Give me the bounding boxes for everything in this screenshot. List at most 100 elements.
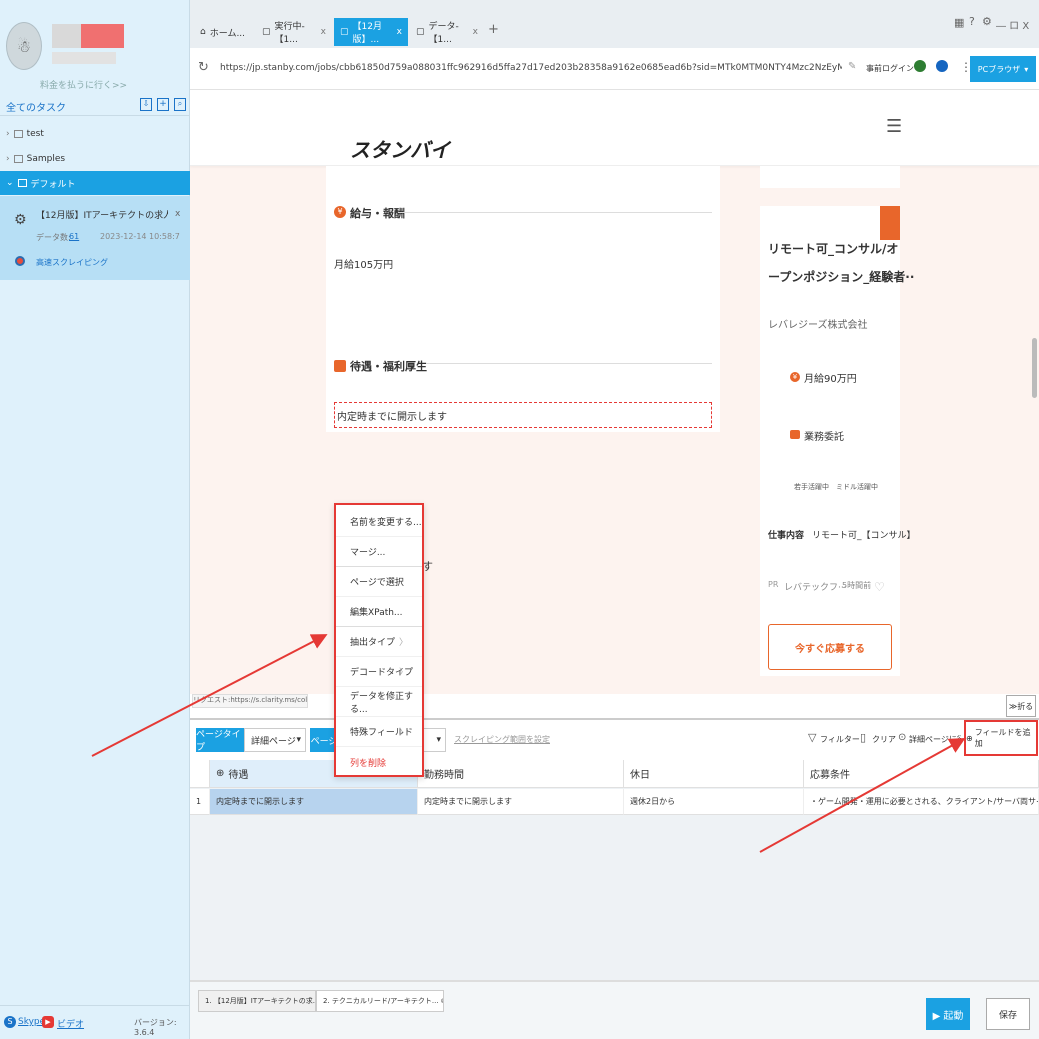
tab-current[interactable]: ▢ 【12月版】... x — [334, 18, 408, 46]
chevron-right-icon: 〉 — [398, 728, 408, 738]
userinfo-blurred — [52, 52, 116, 64]
page-type-select[interactable]: 詳細ページ ▾ — [244, 728, 306, 752]
table-cell[interactable]: 内定時までに開示します — [210, 789, 418, 815]
column-header[interactable]: 勤務時間 — [418, 760, 624, 788]
data-count[interactable]: 61 — [69, 232, 79, 241]
start-button[interactable]: ▶ 起動 — [926, 998, 970, 1030]
row-number: 1 — [190, 789, 210, 815]
speed-icon — [15, 256, 25, 266]
card-employment-type: 業務委託 — [804, 432, 844, 443]
pc-browser-button[interactable]: PCブラウザ ▾ — [970, 56, 1036, 82]
bottom-tab[interactable]: 1. 【12月版】ITアーキテクトの求... — [198, 990, 316, 1012]
task-item[interactable]: ⚙ 【12月版】ITアーキテクトの求人・仕事・... x データ数: 61 20… — [0, 196, 190, 280]
column-header[interactable]: 応募条件 — [804, 760, 1039, 788]
menu-item-select-page[interactable]: ページで選択 — [336, 567, 422, 597]
bottom-tab-active[interactable]: 2. テクニカルリード/アーキテクト...⊗ — [316, 990, 444, 1012]
target-icon[interactable]: ⊙ — [898, 732, 906, 743]
job-card[interactable]: リモート可_コンサル/オ ープンポジション_経験者·· レバレジーズ株式会社 ¥… — [760, 206, 916, 676]
import-icon[interactable]: ⇩ — [140, 98, 152, 111]
site-logo[interactable]: スタンバイ — [350, 134, 450, 163]
tab-close-icon[interactable]: x — [321, 27, 326, 37]
help-icon[interactable]: ? — [969, 15, 975, 28]
tab-home[interactable]: ⌂ ホーム... — [194, 18, 254, 46]
task-close-icon[interactable]: x — [175, 209, 180, 219]
doc-icon: ▢ — [340, 27, 349, 37]
page-scrollbar[interactable] — [1032, 338, 1037, 398]
tab-data[interactable]: ▢ データ-【1... x — [410, 18, 484, 46]
settings-icon[interactable]: ⚙ — [982, 15, 992, 28]
skype-icon[interactable]: S — [4, 1016, 16, 1028]
gift-icon[interactable]: ▦ — [954, 16, 964, 29]
tab-close-icon[interactable]: x — [397, 27, 402, 37]
heart-icon[interactable]: ♡ — [874, 580, 885, 594]
bottom-tab-bar: 1. 【12月版】ITアーキテクトの求... 2. テクニカルリード/アーキテク… — [190, 980, 1039, 1039]
reload-icon[interactable]: ↻ — [198, 60, 209, 75]
folder-test[interactable]: › test — [0, 122, 190, 146]
folder-default[interactable]: ⌄ デフォルト — [0, 171, 190, 195]
table-cell[interactable]: 週休2日から — [624, 789, 804, 815]
menu-item-extract-type[interactable]: 抽出タイプ〉 — [336, 627, 422, 657]
pay-link[interactable]: 料金を払うに行く>> — [40, 78, 127, 91]
pre-login-label[interactable]: 事前ログイン — [866, 63, 914, 74]
benefit-text-selected[interactable]: 内定時までに開示します — [334, 402, 712, 428]
menu-item-decode-type[interactable]: デコードタイプ〉 — [336, 657, 422, 687]
apply-button[interactable]: 今すぐ応募する — [768, 624, 892, 670]
add-field-label: フィールドを追加 — [974, 728, 1031, 748]
page-type-label: ページタイプ — [196, 728, 244, 753]
home-icon: ⌂ — [200, 27, 206, 37]
collapse-button[interactable]: ≫折る — [1006, 695, 1036, 717]
caret-down-icon: ▾ — [296, 735, 301, 745]
save-button[interactable]: 保存 — [986, 998, 1030, 1030]
add-task-icon[interactable]: + — [157, 98, 169, 111]
table-cell[interactable]: 内定時までに開示します — [418, 789, 624, 815]
scrape-range-link[interactable]: スクレイピング範囲を設定 — [454, 734, 550, 745]
robot-icon: ⚙ — [14, 212, 27, 228]
bottom-tab-label: 1. 【12月版】ITアーキテクトの求... — [205, 997, 316, 1005]
video-link[interactable]: ビデオ — [57, 1017, 84, 1030]
search-task-icon[interactable]: ⌕ — [174, 98, 186, 111]
detail-page-button[interactable]: 詳細ページに行 — [909, 734, 961, 745]
column-header[interactable]: 休日 — [624, 760, 804, 788]
window-controls[interactable]: ― ロ X — [996, 17, 1029, 32]
table-cell[interactable]: ・ゲーム開発・運用に必要とされる、クライアント/サーバ両サイド... — [804, 789, 1039, 815]
menu-item-merge[interactable]: マージ... — [336, 537, 422, 567]
url-text[interactable]: https://jp.stanby.com/jobs/cbb61850d759a… — [220, 63, 842, 73]
select-value: 詳細ページ — [251, 736, 296, 747]
menu-item-special-field[interactable]: 特殊フィールド〉 — [336, 717, 422, 747]
folder-icon — [13, 155, 23, 163]
all-tasks-label[interactable]: 全てのタスク — [6, 99, 66, 114]
trash-icon[interactable]: ▯ — [860, 731, 866, 744]
yen-icon: ¥ — [790, 372, 800, 382]
tab-running[interactable]: ▢ 実行中-【1... x — [256, 18, 332, 46]
tab-close-icon[interactable]: x — [473, 27, 478, 37]
menu-item-rename[interactable]: 名前を変更する... — [336, 507, 422, 537]
avatar[interactable]: ☃ — [6, 22, 42, 70]
menu-icon[interactable]: ☰ — [886, 116, 902, 137]
folder-label: Samples — [26, 154, 66, 164]
menu-item-edit-xpath[interactable]: 編集XPath... — [336, 597, 422, 627]
divider — [398, 212, 712, 213]
edit-url-icon[interactable]: ✎ — [848, 61, 856, 72]
page-select-partial[interactable]: ▾ — [422, 728, 446, 752]
add-field-button[interactable]: ⊕ フィールドを追加 — [964, 720, 1038, 756]
extension-icon[interactable] — [914, 60, 926, 72]
request-status: リクエスト:https://s.clarity.ms/collect — [192, 694, 308, 708]
menu-item-fix-data[interactable]: データを修正する... — [336, 687, 422, 717]
salary-value: 月給105万円 — [334, 260, 394, 271]
filter-icon[interactable]: ▽ — [808, 731, 816, 744]
folder-samples[interactable]: › Samples — [0, 147, 190, 171]
close-icon[interactable]: ⊗ — [441, 997, 443, 1005]
menu-item-delete-column[interactable]: 列を削除 — [336, 747, 422, 777]
data-count-label: データ数: — [36, 233, 71, 242]
new-tab-button[interactable]: + — [488, 22, 499, 37]
filter-button[interactable]: フィルター — [820, 734, 860, 745]
apply-label: 今すぐ応募する — [795, 643, 865, 655]
extension-icon[interactable] — [936, 60, 948, 72]
folder-icon — [13, 130, 23, 138]
video-icon[interactable]: ▶ — [42, 1016, 54, 1028]
benefit-icon — [334, 360, 346, 372]
task-title: 【12月版】ITアーキテクトの求人・仕事・... — [36, 211, 168, 221]
clear-button[interactable]: クリア — [872, 734, 896, 745]
card-pr-text: レバテックフ··· — [784, 583, 847, 593]
tab-label: データ-【1... — [428, 22, 459, 45]
